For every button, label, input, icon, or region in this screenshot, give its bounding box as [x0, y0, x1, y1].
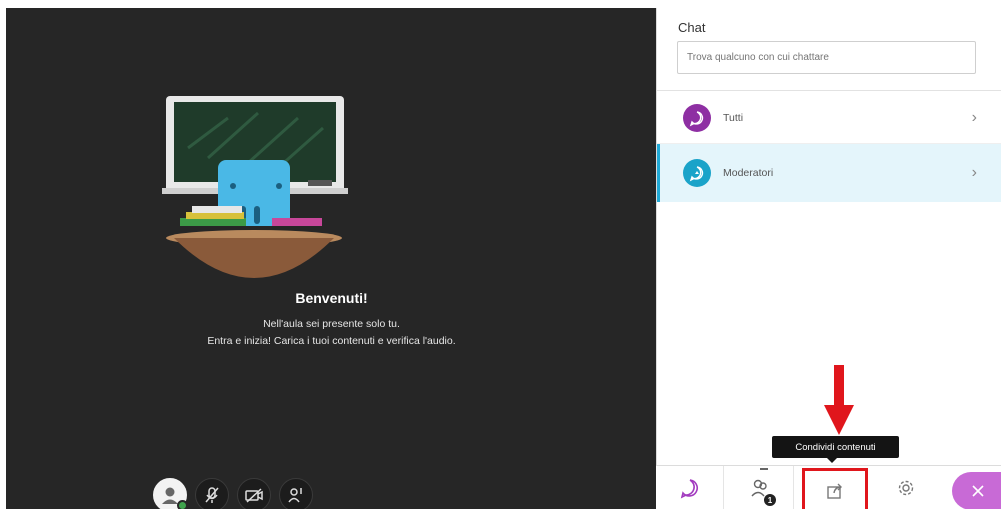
chat-search-input[interactable] [677, 41, 976, 74]
chevron-right-icon: › [971, 164, 977, 181]
microphone-toggle-button[interactable] [195, 478, 229, 509]
raise-hand-button[interactable] [279, 478, 313, 509]
settings-tab-button[interactable] [872, 466, 940, 509]
my-status-avatar-button[interactable] [153, 478, 188, 509]
camera-toggle-button[interactable] [237, 478, 271, 509]
share-content-tab-button[interactable] [802, 468, 868, 509]
chat-bubble-icon [683, 103, 711, 132]
panel-tab-bar: 1 [656, 465, 1001, 509]
welcome-title: Benvenuti! [295, 290, 368, 306]
chat-channel-label: Moderatori [723, 167, 774, 179]
chat-channel-label: Tutti [723, 111, 744, 124]
moderator-chat-icon [683, 159, 711, 187]
divider [657, 90, 1001, 91]
attendees-tab-button[interactable]: 1 [726, 466, 794, 509]
microphone-muted-icon [205, 487, 219, 503]
tooltip-pointer [827, 458, 837, 463]
main-stage: Benvenuti! Nell'aula sei presente solo t… [6, 8, 657, 509]
panel-title: Chat [678, 20, 706, 35]
chat-tab-button[interactable] [656, 466, 724, 509]
attendee-count-badge: 1 [764, 494, 776, 506]
welcome-message-line-1: Nell'aula sei presente solo tu. [263, 318, 400, 330]
share-content-icon [827, 483, 842, 499]
chevron-right-icon: › [971, 108, 977, 126]
status-online-dot [177, 500, 188, 509]
gear-icon [898, 480, 914, 496]
tooltip: Condividi contenuti [772, 436, 899, 458]
classroom-illustration [162, 96, 348, 278]
chat-channel-everyone[interactable]: Tutti › [657, 92, 1001, 144]
raise-hand-icon [288, 488, 302, 503]
chat-bubble-icon [680, 479, 698, 499]
annotation-arrow-icon [824, 365, 854, 435]
close-icon [972, 485, 984, 497]
welcome-message-line-2: Entra e inizia! Carica i tuoi contenuti … [207, 335, 456, 347]
close-panel-button[interactable] [952, 472, 1001, 509]
chat-channel-moderators[interactable]: Moderatori › [657, 144, 1001, 202]
media-controls [153, 478, 343, 509]
collaborate-window: Benvenuti! Nell'aula sei presente solo t… [0, 0, 1001, 509]
camera-off-icon [245, 488, 263, 503]
divider [760, 468, 768, 470]
